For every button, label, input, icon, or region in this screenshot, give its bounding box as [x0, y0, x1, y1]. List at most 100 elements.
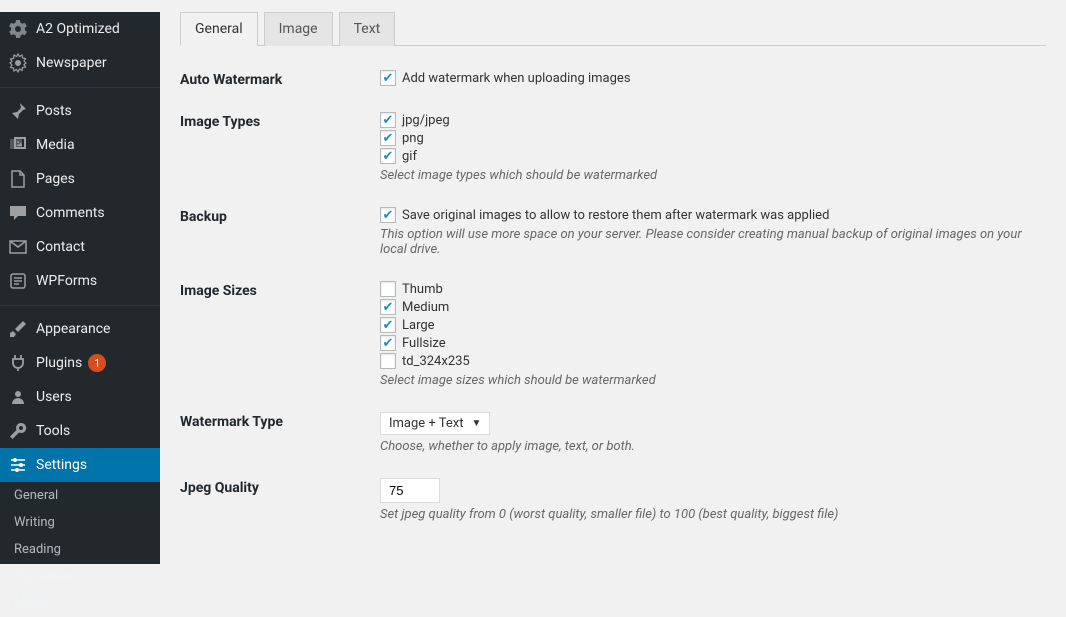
- sidebar-label: Newspaper: [36, 55, 107, 71]
- sidebar-label: Comments: [36, 205, 105, 221]
- sliders-icon: [8, 455, 28, 475]
- update-badge: 1: [88, 354, 106, 372]
- checkbox-label: Medium: [402, 300, 449, 315]
- backup-desc: This option will use more space on your …: [380, 227, 1046, 257]
- sidebar-label: Posts: [36, 103, 72, 119]
- media-icon: [8, 135, 28, 155]
- checkbox-icon[interactable]: [380, 130, 396, 146]
- wrench-icon: [8, 421, 28, 441]
- sidebar-item-wpforms[interactable]: WPForms: [0, 264, 160, 298]
- sidebar-sub-writing[interactable]: Writing: [0, 509, 160, 536]
- sidebar-item-contact[interactable]: Contact: [0, 230, 160, 264]
- sidebar-item-posts[interactable]: Posts: [0, 94, 160, 128]
- brush-icon: [8, 319, 28, 339]
- sidebar-item-pages[interactable]: Pages: [0, 162, 160, 196]
- image-size-fullsize[interactable]: Fullsize: [380, 335, 1046, 351]
- checkbox-label: png: [402, 131, 424, 146]
- image-size-large[interactable]: Large: [380, 317, 1046, 333]
- row-auto-watermark: Auto Watermark Add watermark when upload…: [180, 70, 1046, 88]
- row-jpeg-quality: Jpeg Quality Set jpeg quality from 0 (wo…: [180, 478, 1046, 522]
- sidebar-item-media[interactable]: Media: [0, 128, 160, 162]
- image-type-jpg-jpeg[interactable]: jpg/jpeg: [380, 112, 1046, 128]
- checkbox-label: td_324x235: [402, 354, 470, 369]
- sidebar-label: Tools: [36, 423, 70, 439]
- checkbox-label: Add watermark when uploading images: [402, 71, 631, 86]
- checkbox-label: jpg/jpeg: [402, 113, 450, 128]
- image-sizes-desc: Select image sizes which should be water…: [380, 373, 1046, 388]
- row-image-types: Image Types jpg/jpeg png gif Select image t…: [180, 112, 1046, 183]
- caret-down-icon: ▼: [472, 418, 482, 429]
- plug-icon: [8, 353, 28, 373]
- sidebar-sub-media[interactable]: Media: [0, 590, 160, 617]
- watermark-type-desc: Choose, whether to apply image, text, or…: [380, 439, 1046, 454]
- image-type-png[interactable]: png: [380, 130, 1046, 146]
- sidebar-item-settings[interactable]: Settings: [0, 448, 160, 482]
- sidebar-item-tools[interactable]: Tools: [0, 414, 160, 448]
- sidebar-label: Settings: [36, 457, 87, 473]
- image-size-medium[interactable]: Medium: [380, 299, 1046, 315]
- sidebar-label: Plugins: [36, 355, 82, 371]
- sidebar-item-newspaper[interactable]: Newspaper: [0, 46, 160, 80]
- sidebar-label: Contact: [36, 239, 85, 255]
- sidebar-label: A2 Optimized: [36, 21, 120, 37]
- sidebar-item-appearance[interactable]: Appearance: [0, 312, 160, 346]
- checkbox-label: Fullsize: [402, 336, 446, 351]
- forms-icon: [8, 271, 28, 291]
- users-icon: [8, 387, 28, 407]
- tab-general[interactable]: General: [180, 12, 258, 46]
- sidebar-item-plugins[interactable]: Plugins 1: [0, 346, 160, 380]
- sidebar-label: WPForms: [36, 273, 97, 289]
- checkbox-label: gif: [402, 149, 417, 164]
- jpeg-quality-desc: Set jpeg quality from 0 (worst quality, …: [380, 507, 1046, 522]
- image-size-td_324x235[interactable]: td_324x235: [380, 353, 1046, 369]
- checkbox-icon[interactable]: [380, 112, 396, 128]
- label-jpeg-quality: Jpeg Quality: [180, 478, 380, 522]
- checkbox-icon[interactable]: [380, 317, 396, 333]
- checkbox-icon[interactable]: [380, 207, 396, 223]
- tab-image[interactable]: Image: [264, 12, 333, 46]
- checkbox-icon[interactable]: [380, 148, 396, 164]
- checkbox-icon[interactable]: [380, 335, 396, 351]
- sidebar-label: Appearance: [36, 321, 110, 337]
- row-image-sizes: Image Sizes ThumbMediumLargeFullsizetd_3…: [180, 281, 1046, 388]
- jpeg-quality-input[interactable]: [380, 478, 440, 503]
- sidebar-item-comments[interactable]: Comments: [0, 196, 160, 230]
- gear-icon: [8, 19, 28, 39]
- checkbox-label: Thumb: [402, 282, 443, 297]
- sidebar-sub-reading[interactable]: Reading: [0, 536, 160, 563]
- row-backup: Backup Save original images to allow to …: [180, 207, 1046, 257]
- checkbox-label: Save original images to allow to restore…: [402, 208, 829, 223]
- label-watermark-type: Watermark Type: [180, 412, 380, 454]
- image-types-desc: Select image types which should be water…: [380, 168, 1046, 183]
- sidebar-label: Users: [36, 389, 72, 405]
- auto-watermark-option[interactable]: Add watermark when uploading images: [380, 70, 1046, 86]
- checkbox-icon[interactable]: [380, 70, 396, 86]
- checkbox-icon[interactable]: [380, 353, 396, 369]
- page-icon: [8, 169, 28, 189]
- sidebar-item-users[interactable]: Users: [0, 380, 160, 414]
- checkbox-label: Large: [402, 318, 435, 333]
- row-watermark-type: Watermark Type Image + Text ▼ Choose, wh…: [180, 412, 1046, 454]
- checkbox-icon[interactable]: [380, 281, 396, 297]
- envelope-icon: [8, 237, 28, 257]
- gear-solid-icon: [8, 53, 28, 73]
- sidebar-label: Pages: [36, 171, 75, 187]
- sidebar-label: Media: [36, 137, 75, 153]
- pin-icon: [8, 101, 28, 121]
- settings-tabs: GeneralImageText: [180, 12, 1046, 46]
- sidebar-item-a2-optimized[interactable]: A2 Optimized: [0, 12, 160, 46]
- image-size-thumb[interactable]: Thumb: [380, 281, 1046, 297]
- checkbox-icon[interactable]: [380, 299, 396, 315]
- admin-sidebar: A2 Optimized Newspaper Posts Media Pages Comm…: [0, 12, 160, 564]
- label-auto-watermark: Auto Watermark: [180, 70, 380, 88]
- watermark-type-select[interactable]: Image + Text ▼: [380, 412, 490, 435]
- sidebar-sub-general[interactable]: General: [0, 482, 160, 509]
- tab-text[interactable]: Text: [339, 12, 396, 46]
- image-type-gif[interactable]: gif: [380, 148, 1046, 164]
- sidebar-sub-discussion[interactable]: Discussion: [0, 563, 160, 590]
- label-image-types: Image Types: [180, 112, 380, 183]
- select-value: Image + Text: [389, 416, 464, 431]
- main-content: GeneralImageText Auto Watermark Add wate…: [160, 12, 1066, 542]
- backup-option[interactable]: Save original images to allow to restore…: [380, 207, 1046, 223]
- comments-icon: [8, 203, 28, 223]
